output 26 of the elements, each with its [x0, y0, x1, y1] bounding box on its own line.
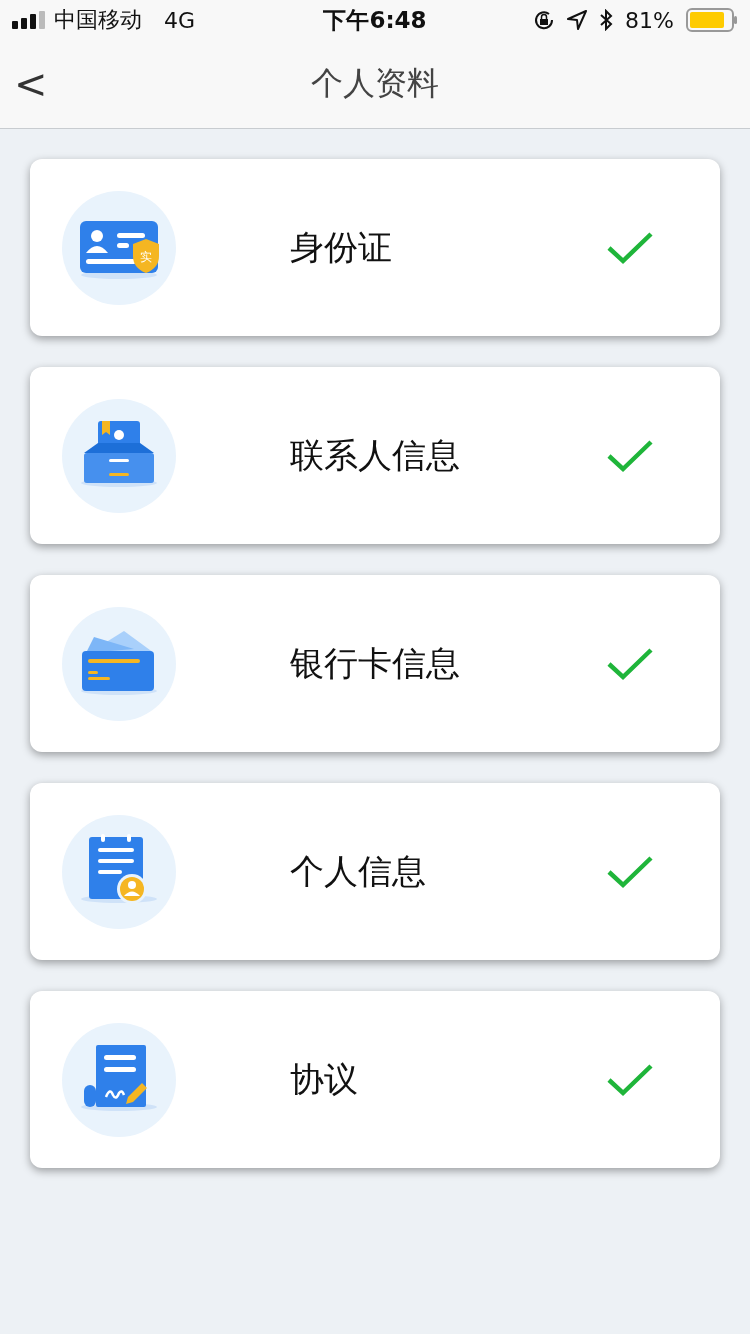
carrier-name: 中国移动 [54, 6, 142, 34]
signal-icon [12, 11, 46, 29]
id-card-icon: 实 [62, 190, 176, 305]
item-label: 协议 [290, 1057, 359, 1101]
drawer-icon [62, 398, 176, 513]
item-label: 银行卡信息 [290, 641, 461, 685]
item-label: 联系人信息 [290, 433, 461, 477]
item-label: 个人信息 [290, 849, 427, 893]
back-button[interactable]: < [0, 64, 48, 104]
location-icon [567, 10, 588, 30]
list-item[interactable]: 联系人信息 [30, 367, 720, 544]
bank-card-icon [62, 606, 176, 721]
document-icon [62, 814, 176, 929]
page-title: 个人资料 [311, 63, 439, 104]
rotation-lock-icon [533, 9, 556, 31]
list-item[interactable]: 实 身份证 [30, 159, 720, 336]
list-item[interactable]: 银行卡信息 [30, 575, 720, 752]
battery-percentage: 81% [625, 7, 674, 33]
list-item[interactable]: 协议 [30, 991, 720, 1168]
list-item[interactable]: 个人信息 [30, 783, 720, 960]
item-label: 身份证 [290, 225, 393, 269]
battery-icon [686, 8, 738, 32]
contract-icon [62, 1022, 176, 1137]
network-type: 4G [164, 7, 196, 33]
clock-time: 下午6:48 [323, 5, 427, 35]
bluetooth-icon [599, 9, 614, 31]
